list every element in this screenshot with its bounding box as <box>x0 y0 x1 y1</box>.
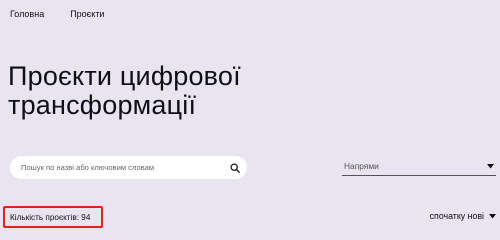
projects-count-label: Кількість проєктів: 94 <box>10 212 91 222</box>
projects-count: Кількість проєктів: 94 <box>3 206 103 228</box>
nav-item-home[interactable]: Головна <box>10 9 44 19</box>
search-input[interactable] <box>21 163 229 172</box>
search-icon[interactable] <box>229 162 241 174</box>
search-box[interactable] <box>10 156 247 179</box>
page-title-line-1: Проєкти цифрової <box>8 61 241 91</box>
sort-dropdown-label: спочатку нові <box>429 211 484 221</box>
chevron-down-icon <box>488 212 496 220</box>
page: Головна Проєкти Проєкти цифрової трансфо… <box>0 0 500 231</box>
chevron-down-icon <box>486 162 494 170</box>
top-nav: Головна Проєкти <box>10 9 104 19</box>
sort-dropdown[interactable]: спочатку нові <box>430 211 496 221</box>
directions-dropdown[interactable]: Напрями <box>342 157 496 176</box>
nav-item-projects[interactable]: Проєкти <box>70 9 104 19</box>
directions-dropdown-label: Напрями <box>344 161 379 171</box>
page-title: Проєкти цифрової трансформації <box>8 62 308 120</box>
page-title-line-2: трансформації <box>8 90 197 120</box>
